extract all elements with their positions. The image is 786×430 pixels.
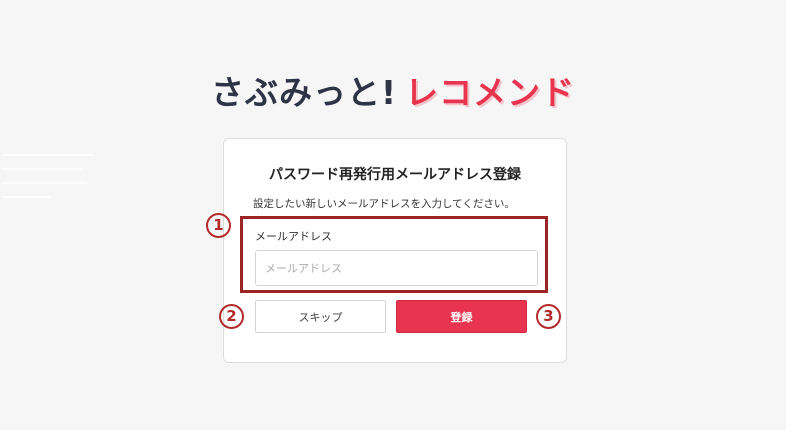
faded-background-text xyxy=(3,150,98,210)
card-description: 設定したい新しいメールアドレスを入力してください。 xyxy=(253,198,515,210)
registration-card: パスワード再発行用メールアドレス登録 設定したい新しいメールアドレスを入力してく… xyxy=(223,138,567,363)
skip-button-label: スキップ xyxy=(298,310,343,324)
logo-main-text: さぶみっと! xyxy=(210,73,398,112)
register-button[interactable]: 登録 xyxy=(396,300,527,333)
app-logo: さぶみっと! レコメンド xyxy=(0,66,786,114)
annotation-marker-3: 3 xyxy=(536,304,561,329)
annotation-marker-3-number: 3 xyxy=(543,307,554,325)
annotation-marker-1: 1 xyxy=(206,213,231,238)
register-button-label: 登録 xyxy=(450,310,473,324)
annotation-marker-2-number: 2 xyxy=(226,307,237,325)
logo-accent-text: レコメンド xyxy=(405,73,576,112)
annotation-marker-2: 2 xyxy=(219,304,244,329)
skip-button[interactable]: スキップ xyxy=(255,300,386,333)
card-title: パスワード再発行用メールアドレス登録 xyxy=(269,167,521,183)
email-input[interactable] xyxy=(255,250,538,286)
annotation-marker-1-number: 1 xyxy=(213,216,224,234)
email-field-label: メールアドレス xyxy=(255,230,332,243)
